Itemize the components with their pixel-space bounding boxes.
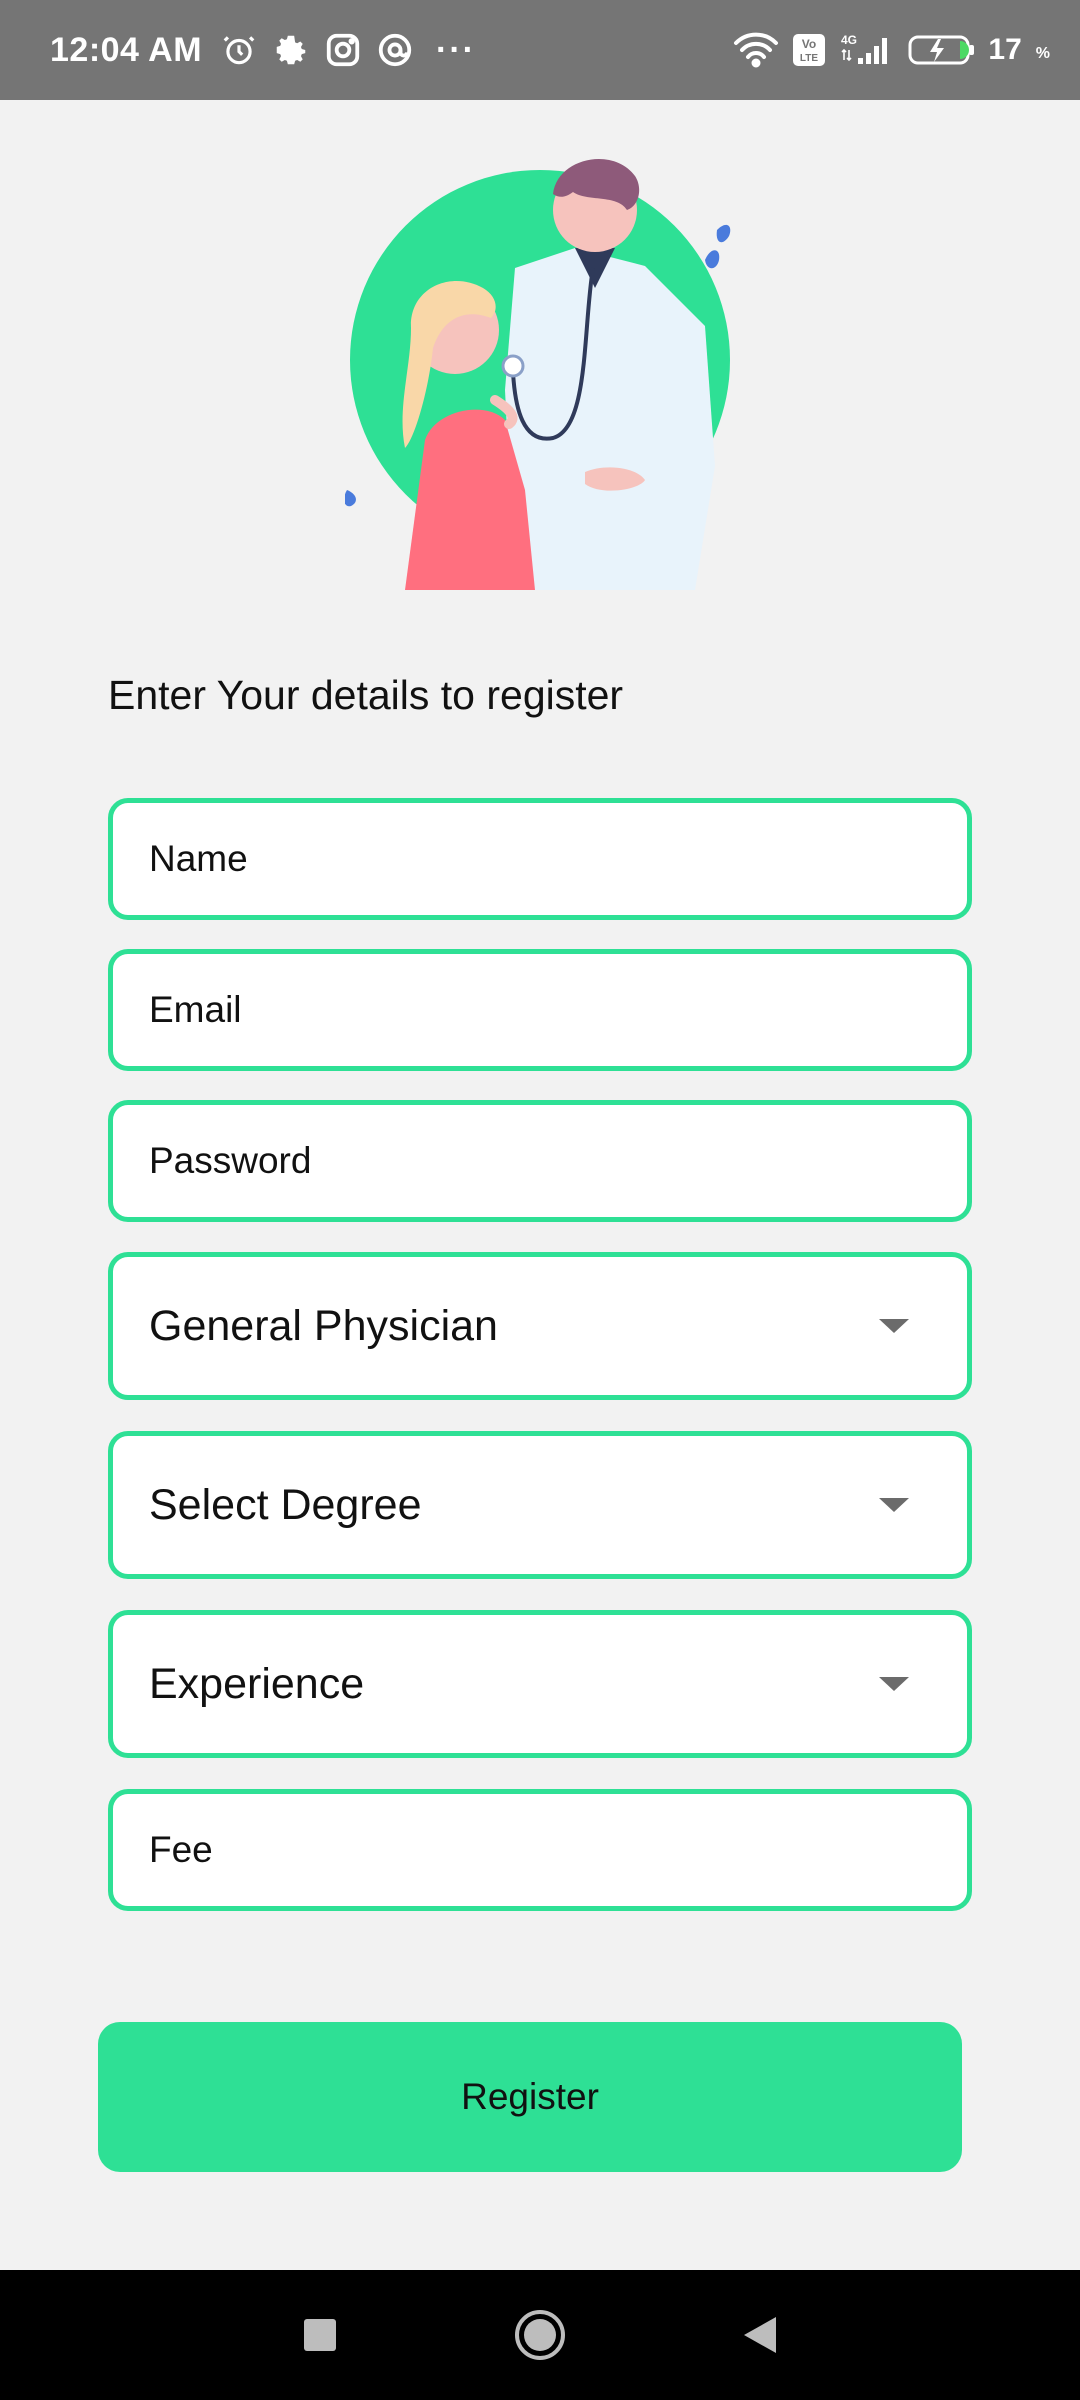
navigation-bar bbox=[0, 2270, 1080, 2400]
settings-gear-icon bbox=[276, 35, 306, 65]
experience-dropdown[interactable]: Experience bbox=[108, 1610, 972, 1758]
specialty-value: General Physician bbox=[149, 1301, 498, 1350]
back-button[interactable] bbox=[720, 2295, 800, 2375]
svg-text:LTE: LTE bbox=[800, 53, 818, 64]
degree-value: Select Degree bbox=[149, 1480, 422, 1529]
more-notifications-icon: ··· bbox=[436, 30, 476, 69]
svg-text:Vo: Vo bbox=[802, 37, 816, 51]
status-time: 12:04 AM bbox=[50, 30, 203, 69]
degree-dropdown[interactable]: Select Degree bbox=[108, 1431, 972, 1579]
recents-square-icon bbox=[304, 2319, 336, 2351]
dropdown-arrow-icon bbox=[879, 1677, 909, 1691]
recents-button[interactable] bbox=[280, 2295, 360, 2375]
specialty-dropdown[interactable]: General Physician bbox=[108, 1252, 972, 1400]
at-sign-icon bbox=[378, 33, 412, 67]
email-field[interactable] bbox=[108, 949, 972, 1071]
experience-value: Experience bbox=[149, 1659, 365, 1708]
battery-charging-icon bbox=[908, 35, 975, 65]
register-screen: 12:04 AM ··· Vo LTE 4G 17 % Enter Your d… bbox=[0, 0, 1080, 2400]
password-field[interactable] bbox=[108, 1100, 972, 1222]
wifi-icon bbox=[734, 32, 779, 68]
instagram-icon bbox=[326, 33, 360, 67]
register-button[interactable]: Register bbox=[98, 2022, 962, 2172]
home-circle-icon bbox=[515, 2310, 565, 2360]
name-field[interactable] bbox=[108, 798, 972, 920]
fee-input[interactable] bbox=[149, 1829, 931, 1871]
status-bar: 12:04 AM ··· Vo LTE 4G 17 % bbox=[0, 0, 1080, 100]
email-input[interactable] bbox=[149, 989, 931, 1031]
notification-icons bbox=[220, 31, 414, 69]
fee-field[interactable] bbox=[108, 1789, 972, 1911]
back-triangle-icon bbox=[744, 2317, 776, 2353]
svg-text:4G: 4G bbox=[841, 33, 857, 47]
form-heading: Enter Your details to register bbox=[108, 672, 624, 718]
home-button[interactable] bbox=[500, 2295, 580, 2375]
name-input[interactable] bbox=[149, 838, 931, 880]
password-input[interactable] bbox=[149, 1140, 931, 1182]
alarm-icon bbox=[223, 36, 255, 65]
signal-4g-icon: 4G bbox=[841, 33, 888, 64]
battery-unit: % bbox=[1035, 45, 1050, 62]
dropdown-arrow-icon bbox=[879, 1319, 909, 1333]
dropdown-arrow-icon bbox=[879, 1498, 909, 1512]
battery-level: 17 bbox=[988, 33, 1022, 66]
doctor-patient-illustration bbox=[345, 158, 731, 590]
volte-icon: Vo LTE bbox=[793, 34, 826, 66]
system-icons: Vo LTE 4G 17 % bbox=[732, 32, 1050, 68]
